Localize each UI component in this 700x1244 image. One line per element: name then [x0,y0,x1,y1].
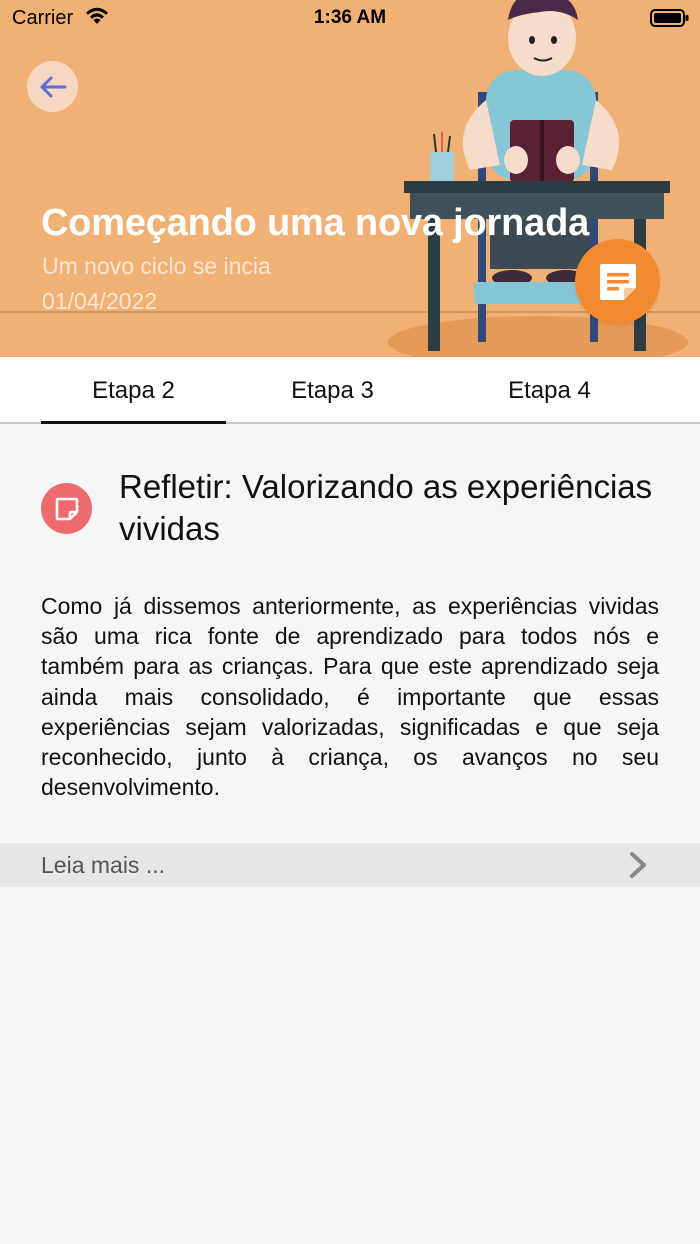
header-banner: Carrier 1:36 AM Começando uma nova jorna… [0,0,700,357]
read-more-label: Leia mais ... [41,852,165,878]
back-button[interactable] [27,61,78,112]
section-body: Como já dissemos anteriormente, as exper… [41,593,659,801]
read-more-row[interactable]: Leia mais ... [0,843,700,887]
tab-etapa-4[interactable]: Etapa 4 [457,357,642,424]
stage-tabs: Etapa 2 Etapa 3 Etapa 4 [0,357,700,424]
tab-etapa-2[interactable]: Etapa 2 [41,357,226,424]
page-date: 01/04/2022 [42,288,158,314]
battery-icon [650,8,690,34]
page-title: Começando uma nova jornada [41,202,590,244]
notes-button[interactable] [575,239,660,324]
tab-etapa-3[interactable]: Etapa 3 [240,357,425,424]
arrow-left-icon [40,76,66,97]
status-bar: Carrier 1:36 AM [0,0,700,36]
chevron-right-icon [626,851,650,884]
section-icon [41,483,92,534]
notes-icon [599,263,636,300]
section-title: Refletir: Valorizando as experiências vi… [119,468,653,547]
note-icon [55,497,78,520]
page-subtitle: Um novo ciclo se incia [42,253,271,279]
status-time: 1:36 AM [313,7,387,28]
selected-tab-indicator [41,421,226,424]
